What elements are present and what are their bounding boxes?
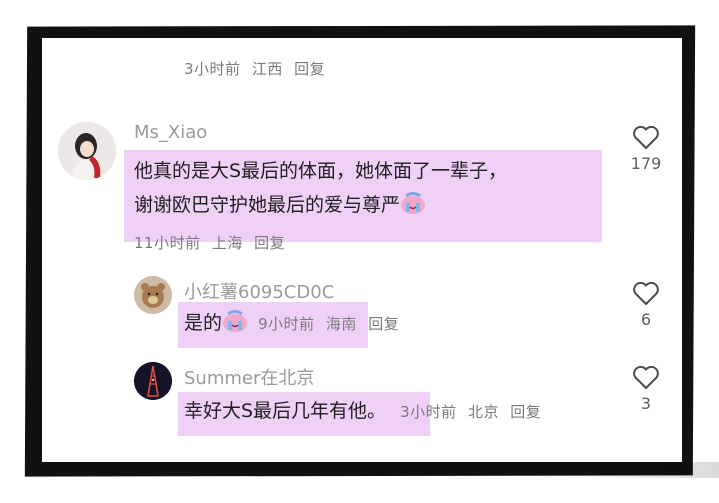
crying-face-emoji — [222, 310, 248, 332]
avatar[interactable] — [134, 276, 172, 314]
like-count: 179 — [630, 154, 662, 173]
reply-location: 江西 — [251, 60, 283, 78]
avatar-image — [58, 122, 116, 180]
reply-button[interactable]: 回复 — [294, 60, 325, 78]
comment-time: 3小时前 — [400, 403, 457, 421]
avatar-image — [134, 362, 172, 400]
comment-meta: 3小时前 北京 回复 — [400, 403, 547, 421]
reply-button[interactable]: 回复 — [368, 315, 399, 333]
comment-location: 上海 — [211, 234, 243, 252]
comment-time: 11小时前 — [134, 234, 201, 252]
comment-username[interactable]: 小红薯6095CD0C — [184, 278, 334, 304]
like-button[interactable]: 6 — [626, 280, 666, 329]
avatar[interactable] — [58, 122, 116, 180]
heart-outline-icon — [633, 365, 659, 389]
comment-line-2: 谢谢欧巴守护她最后的爱与尊严 — [134, 188, 604, 222]
comment-body: 幸好大S最后几年有他。 — [184, 400, 387, 422]
comment-body: 是的 — [184, 312, 223, 334]
reply-time: 3小时前 — [184, 60, 241, 78]
like-count: 3 — [640, 394, 652, 413]
comment-time: 9小时前 — [258, 315, 315, 333]
comment-text: 幸好大S最后几年有他。 3小时前 北京 回复 — [184, 396, 644, 427]
heart-outline-icon — [633, 281, 659, 305]
comment-username[interactable]: Summer在北京 — [184, 364, 314, 390]
comment-text: 是的 9小时前 海南 回复 — [184, 308, 444, 339]
reply-button[interactable]: 回复 — [510, 403, 541, 421]
like-count: 6 — [640, 310, 652, 329]
comment-meta: 11小时前 上海 回复 — [134, 232, 291, 253]
avatar-image — [134, 276, 172, 314]
heart-outline-icon — [633, 125, 659, 149]
comment-line-1: 他真的是大S最后的体面，她体面了一辈子， — [134, 160, 508, 182]
crying-face-emoji — [400, 191, 426, 214]
comment-meta: 9小时前 海南 回复 — [258, 315, 405, 333]
like-button[interactable]: 179 — [626, 124, 666, 173]
avatar[interactable] — [134, 362, 172, 400]
like-button[interactable]: 3 — [626, 364, 666, 413]
top-reply-meta: 3小时前 江西 回复 — [184, 58, 331, 79]
reply-button[interactable]: 回复 — [254, 234, 285, 252]
comment-text: 他真的是大S最后的体面，她体面了一辈子， 谢谢欧巴守护她最后的爱与尊严 — [134, 154, 604, 222]
frame-drop-shadow — [560, 462, 719, 478]
comment-location: 海南 — [325, 315, 357, 333]
comment-username[interactable]: Ms_Xiao — [134, 122, 207, 143]
comment-location: 北京 — [467, 403, 499, 421]
comment-panel: 3小时前 江西 回复 Ms_Xiao 他真的是大S最后的体面，她体面了一辈子， … — [42, 38, 682, 462]
